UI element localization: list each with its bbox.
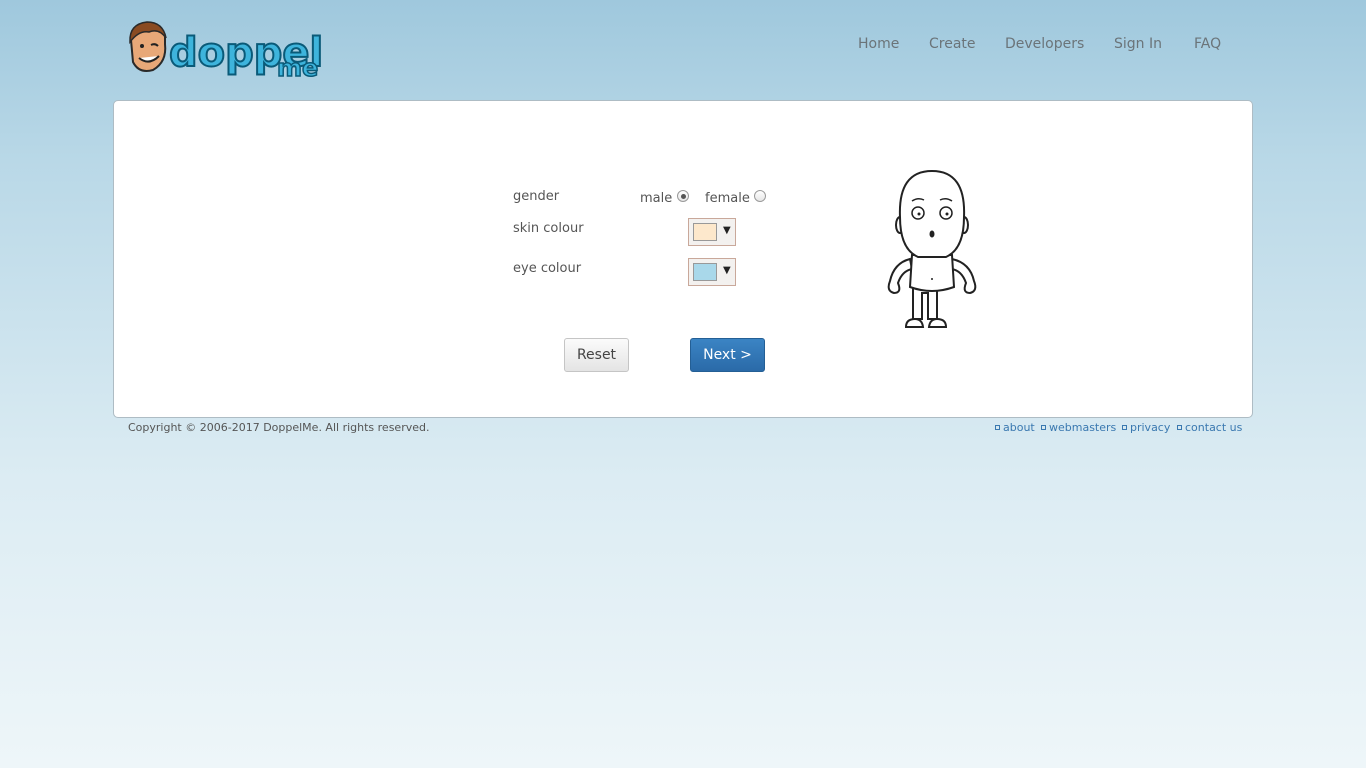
- top-nav: Home Create Developers Sign In FAQ: [0, 36, 1366, 56]
- gender-male-label[interactable]: male: [640, 191, 672, 206]
- footer-link-contact-us[interactable]: contact us: [1177, 421, 1242, 434]
- footer-link-webmasters[interactable]: webmasters: [1041, 421, 1116, 434]
- nav-sign-in[interactable]: Sign In: [1114, 36, 1162, 52]
- chevron-down-icon: ▼: [723, 225, 731, 236]
- gender-female-label[interactable]: female: [705, 191, 750, 206]
- copyright-text: Copyright © 2006-2017 DoppelMe. All righ…: [128, 421, 430, 434]
- avatar-builder-card: gender male female skin colour ▼ eye col…: [113, 100, 1253, 418]
- bullet-icon: [995, 424, 1000, 430]
- gender-male-radio[interactable]: [677, 190, 689, 202]
- eye-colour-picker[interactable]: ▼: [688, 258, 736, 286]
- bullet-icon: [1177, 424, 1182, 430]
- gender-female-radio[interactable]: [754, 190, 766, 202]
- nav-developers[interactable]: Developers: [1005, 36, 1084, 52]
- skin-colour-swatch: [693, 223, 717, 241]
- bullet-icon: [1041, 424, 1046, 430]
- nav-faq[interactable]: FAQ: [1194, 36, 1221, 52]
- next-button[interactable]: Next >: [690, 338, 765, 372]
- avatar-preview: [887, 169, 977, 328]
- nav-create[interactable]: Create: [929, 36, 976, 52]
- bullet-icon: [1122, 424, 1127, 430]
- nav-home[interactable]: Home: [858, 36, 899, 52]
- skin-colour-label: skin colour: [513, 221, 584, 236]
- footer-link-about[interactable]: about: [995, 421, 1035, 434]
- footer-link-privacy[interactable]: privacy: [1122, 421, 1170, 434]
- eye-colour-swatch: [693, 263, 717, 281]
- reset-button[interactable]: Reset: [564, 338, 629, 372]
- gender-label: gender: [513, 189, 560, 204]
- svg-text:me: me: [277, 54, 318, 82]
- chevron-down-icon: ▼: [723, 265, 731, 276]
- skin-colour-picker[interactable]: ▼: [688, 218, 736, 246]
- eye-colour-label: eye colour: [513, 261, 582, 276]
